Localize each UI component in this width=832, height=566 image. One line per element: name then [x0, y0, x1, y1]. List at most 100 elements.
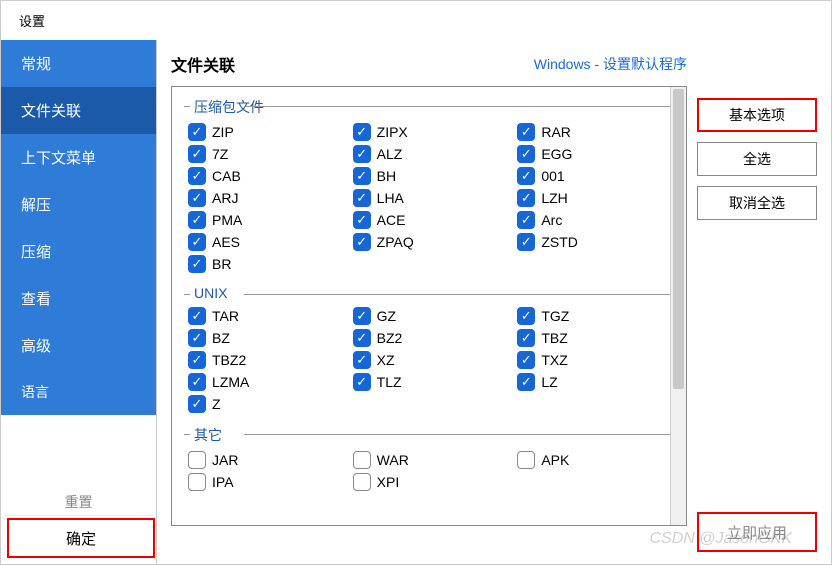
sidebar-item-2[interactable]: 上下文菜单	[1, 134, 156, 181]
scrollbar[interactable]	[670, 87, 686, 525]
windows-default-link[interactable]: Windows - 设置默认程序	[534, 54, 687, 74]
checkbox-box: ✓	[517, 123, 535, 141]
checkbox-grid: ✓TAR✓GZ✓TGZ✓BZ✓BZ2✓TBZ✓TBZ2✓XZ✓TXZ✓LZMA✓…	[184, 307, 674, 413]
checkbox-box: ✓	[353, 123, 371, 141]
group-2: 其它JAR WAR APK IPA XPI	[184, 423, 674, 491]
checkbox-box: ✓	[188, 233, 206, 251]
apply-wrap: 立即应用	[697, 512, 817, 552]
checkbox-gz[interactable]: ✓GZ	[353, 307, 510, 325]
group-title: 其它	[184, 423, 674, 451]
checkbox-cab[interactable]: ✓CAB	[188, 167, 345, 185]
checkbox-label: TAR	[212, 308, 239, 324]
checkbox-box: ✓	[188, 373, 206, 391]
checkbox-label: Arc	[541, 212, 562, 228]
settings-window: 设置 常规文件关联上下文菜单解压压缩查看高级语言 重置 确定 文件关联 Wind…	[0, 0, 832, 565]
sidebar-item-6[interactable]: 高级	[1, 322, 156, 369]
checkbox-apk[interactable]: APK	[517, 451, 674, 469]
page-title: 文件关联	[171, 52, 235, 76]
checkbox-zpaq[interactable]: ✓ZPAQ	[353, 233, 510, 251]
nav-list: 常规文件关联上下文菜单解压压缩查看高级语言	[1, 40, 156, 484]
checkbox-label: BZ2	[377, 330, 403, 346]
checkbox-bz[interactable]: ✓BZ	[188, 329, 345, 347]
checkbox-box: ✓	[517, 145, 535, 163]
checkbox-box: ✓	[517, 351, 535, 369]
side-buttons: 基本选项 全选 取消全选 立即应用	[697, 52, 817, 552]
checkbox-label: 7Z	[212, 146, 228, 162]
checkbox-z[interactable]: ✓Z	[188, 395, 345, 413]
main-panel: 文件关联 Windows - 设置默认程序 压缩包文件✓ZIP✓ZIPX✓RAR…	[157, 40, 831, 564]
checkbox-box: ✓	[517, 211, 535, 229]
checkbox-box: ✓	[353, 211, 371, 229]
checkbox-box: ✓	[188, 307, 206, 325]
checkbox-br[interactable]: ✓BR	[188, 255, 345, 273]
checkbox-box: ✓	[188, 167, 206, 185]
checkbox-box: ✓	[188, 189, 206, 207]
checkbox-rar[interactable]: ✓RAR	[517, 123, 674, 141]
checkbox-label: APK	[541, 452, 569, 468]
sidebar-item-4[interactable]: 压缩	[1, 228, 156, 275]
checkbox-egg[interactable]: ✓EGG	[517, 145, 674, 163]
sidebar-item-5[interactable]: 查看	[1, 275, 156, 322]
select-all-button[interactable]: 全选	[697, 142, 817, 176]
checkbox-lzh[interactable]: ✓LZH	[517, 189, 674, 207]
checkbox-label: BZ	[212, 330, 230, 346]
checkbox-lzma[interactable]: ✓LZMA	[188, 373, 345, 391]
sidebar-item-3[interactable]: 解压	[1, 181, 156, 228]
sidebar-item-1[interactable]: 文件关联	[1, 87, 156, 134]
checkbox-txz[interactable]: ✓TXZ	[517, 351, 674, 369]
basic-options-button[interactable]: 基本选项	[697, 98, 817, 132]
checkbox-jar[interactable]: JAR	[188, 451, 345, 469]
checkbox-xpi[interactable]: XPI	[353, 473, 510, 491]
checkbox-aes[interactable]: ✓AES	[188, 233, 345, 251]
checkbox-bz2[interactable]: ✓ BZ2	[353, 329, 510, 347]
checkbox-label: BH	[377, 168, 396, 184]
apply-now-button[interactable]: 立即应用	[697, 512, 817, 552]
checkbox-box: ✓	[517, 373, 535, 391]
checkbox-box: ✓	[188, 255, 206, 273]
checkbox-label: TGZ	[541, 308, 569, 324]
ok-button[interactable]: 确定	[7, 518, 155, 558]
checkbox-001[interactable]: ✓001	[517, 167, 674, 185]
checkbox-xz[interactable]: ✓XZ	[353, 351, 510, 369]
checkbox-tbz[interactable]: ✓TBZ	[517, 329, 674, 347]
checkbox-ipa[interactable]: IPA	[188, 473, 345, 491]
checkbox-alz[interactable]: ✓ALZ	[353, 145, 510, 163]
checkbox-tgz[interactable]: ✓TGZ	[517, 307, 674, 325]
checkbox-war[interactable]: WAR	[353, 451, 510, 469]
checkbox-lha[interactable]: ✓LHA	[353, 189, 510, 207]
checkbox-zstd[interactable]: ✓ZSTD	[517, 233, 674, 251]
deselect-all-button[interactable]: 取消全选	[697, 186, 817, 220]
checkbox-label: ACE	[377, 212, 406, 228]
checkbox-arc[interactable]: ✓ Arc	[517, 211, 674, 229]
sidebar-bottom: 重置 确定	[1, 484, 156, 564]
sidebar-item-language[interactable]: 语言	[1, 369, 156, 415]
checkbox-7z[interactable]: ✓7Z	[188, 145, 345, 163]
file-assoc-scroll: 压缩包文件✓ZIP✓ZIPX✓RAR✓7Z✓ALZ✓EGG✓CAB✓BH✓001…	[171, 86, 687, 526]
checkbox-tlz[interactable]: ✓TLZ	[353, 373, 510, 391]
checkbox-arj[interactable]: ✓ARJ	[188, 189, 345, 207]
checkbox-lz[interactable]: ✓LZ	[517, 373, 674, 391]
checkbox-box	[353, 473, 371, 491]
checkbox-pma[interactable]: ✓PMA	[188, 211, 345, 229]
checkbox-bh[interactable]: ✓ BH	[353, 167, 510, 185]
checkbox-box: ✓	[188, 351, 206, 369]
checkbox-label: IPA	[212, 474, 234, 490]
checkbox-zip[interactable]: ✓ZIP	[188, 123, 345, 141]
main-header: 文件关联 Windows - 设置默认程序	[171, 52, 687, 76]
checkbox-box: ✓	[353, 233, 371, 251]
checkbox-tbz2[interactable]: ✓ TBZ2	[188, 351, 345, 369]
checkbox-label: ZSTD	[541, 234, 578, 250]
reset-button[interactable]: 重置	[5, 488, 152, 516]
checkbox-label: JAR	[212, 452, 238, 468]
checkbox-tar[interactable]: ✓ TAR	[188, 307, 345, 325]
checkbox-box: ✓	[353, 167, 371, 185]
checkbox-ace[interactable]: ✓ ACE	[353, 211, 510, 229]
checkbox-label: TBZ2	[212, 352, 246, 368]
checkbox-zipx[interactable]: ✓ ZIPX	[353, 123, 510, 141]
sidebar-item-0[interactable]: 常规	[1, 40, 156, 87]
checkbox-box: ✓	[353, 329, 371, 347]
checkbox-label: WAR	[377, 452, 409, 468]
checkbox-label: ZIPX	[377, 124, 408, 140]
checkbox-label: LZH	[541, 190, 567, 206]
scrollbar-thumb[interactable]	[673, 89, 684, 389]
